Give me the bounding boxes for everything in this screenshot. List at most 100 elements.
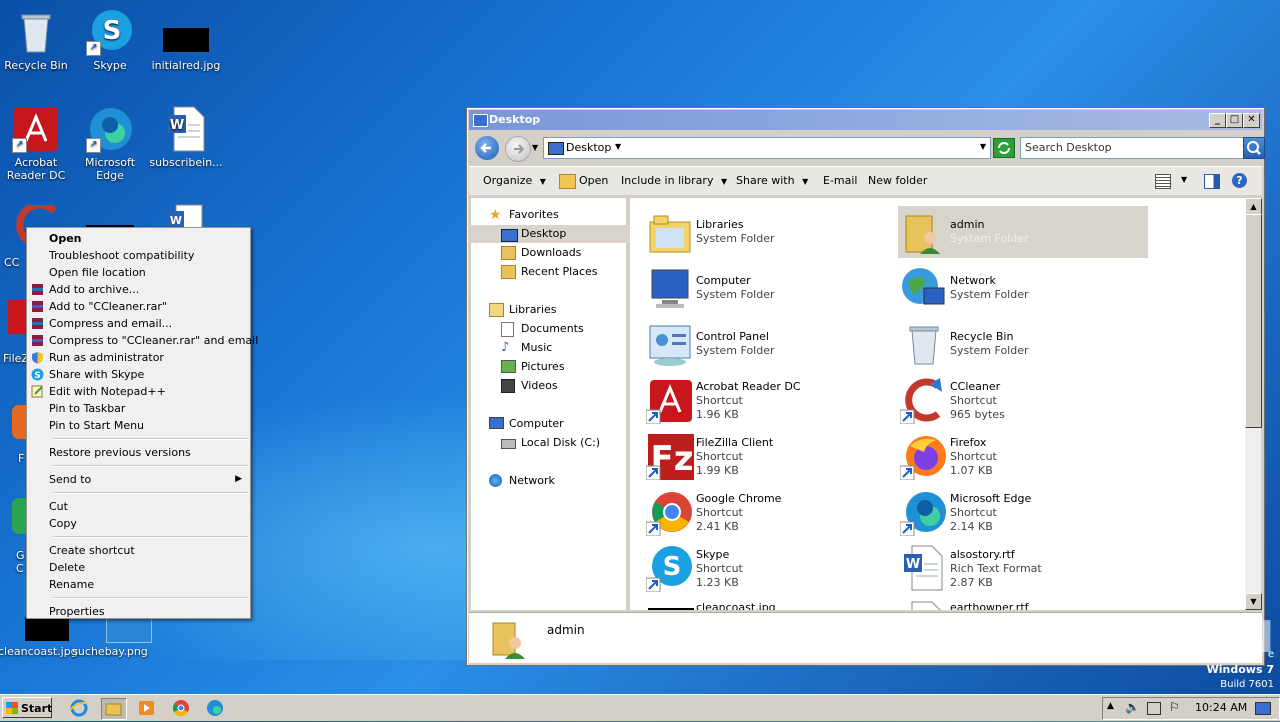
nav-music[interactable]: ♪ Music: [501, 339, 552, 357]
nav-downloads[interactable]: Downloads: [501, 244, 581, 262]
menu-item-create-shortcut[interactable]: Create shortcut: [27, 542, 250, 559]
menu-item-send-to[interactable]: Send to ▶: [27, 471, 250, 488]
desktop-icon-edge[interactable]: ↗ Microsoft Edge: [72, 105, 148, 182]
include-in-library-button[interactable]: Include in library ▼: [621, 167, 727, 195]
help-button[interactable]: ?: [1232, 173, 1247, 188]
filezilla-desktop-icon[interactable]: [8, 300, 26, 334]
menu-item-add-to-archive[interactable]: Add to archive...: [27, 281, 250, 298]
file-item[interactable]: CCleaner Shortcut 965 bytes: [898, 374, 1148, 426]
chrome-taskbar-icon[interactable]: [170, 698, 192, 718]
file-item[interactable]: Google Chrome Shortcut 2.41 KB: [644, 486, 894, 538]
menu-item-restore-versions[interactable]: Restore previous versions: [27, 444, 250, 461]
maximize-button[interactable]: □: [1226, 113, 1243, 128]
address-bar[interactable]: Desktop ▼ ▼: [543, 137, 991, 159]
nav-pictures[interactable]: Pictures: [501, 358, 565, 376]
action-center-flag-icon[interactable]: ⚐: [1169, 700, 1180, 714]
address-dropdown-icon[interactable]: ▼: [980, 142, 986, 151]
email-button[interactable]: E-mail: [823, 167, 858, 195]
open-button[interactable]: Open: [559, 167, 608, 195]
firefox-desktop-icon[interactable]: [12, 405, 26, 439]
nav-videos[interactable]: Videos: [501, 377, 558, 395]
menu-item-rename[interactable]: Rename: [27, 576, 250, 593]
scrollbar-thumb[interactable]: [1245, 214, 1262, 428]
word-document-icon[interactable]: W: [164, 203, 212, 230]
clock[interactable]: 10:24 AM: [1195, 701, 1247, 714]
file-item[interactable]: Network System Folder: [898, 262, 1148, 314]
search-input[interactable]: Search Desktop: [1020, 137, 1244, 159]
show-hidden-icons-chevron-icon[interactable]: ▲: [1107, 701, 1114, 711]
show-desktop-button[interactable]: [1255, 702, 1271, 715]
desktop-icon-acrobat[interactable]: ↗ Acrobat Reader DC: [0, 105, 74, 182]
menu-item-copy[interactable]: Copy: [27, 515, 250, 532]
breadcrumb-desktop[interactable]: Desktop: [566, 141, 611, 154]
vertical-scrollbar[interactable]: ▲ ▼: [1245, 198, 1262, 610]
explorer-taskbar-icon[interactable]: [101, 698, 127, 720]
edge-taskbar-icon[interactable]: [204, 698, 226, 718]
file-item-selected[interactable]: admin System Folder: [898, 206, 1148, 258]
file-item[interactable]: cleancoast.jpg: [644, 598, 894, 610]
file-item[interactable]: S Skype Shortcut 1.23 KB: [644, 542, 894, 594]
nav-favorites[interactable]: ★ Favorites: [489, 206, 559, 224]
menu-item-open[interactable]: Open: [27, 230, 250, 247]
organize-button[interactable]: Organize ▼: [483, 167, 546, 195]
desktop-icon-label-partial-cc: CC: [4, 256, 20, 269]
menu-item-compress-email[interactable]: Compress and email...: [27, 315, 250, 332]
internet-explorer-taskbar-icon[interactable]: [68, 698, 90, 718]
menu-item-delete[interactable]: Delete: [27, 559, 250, 576]
file-item[interactable]: Fz FileZilla Client Shortcut 1.99 KB: [644, 430, 894, 482]
media-player-taskbar-icon[interactable]: [136, 698, 158, 718]
nav-desktop[interactable]: Desktop: [471, 225, 656, 243]
forward-button[interactable]: [505, 136, 531, 162]
nav-local-disk[interactable]: Local Disk (C:): [501, 434, 600, 452]
file-item[interactable]: Firefox Shortcut 1.07 KB: [898, 430, 1148, 482]
nav-computer[interactable]: Computer: [489, 415, 564, 433]
menu-item-pin-taskbar[interactable]: Pin to Taskbar: [27, 400, 250, 417]
file-item[interactable]: earthowner.rtf: [898, 598, 1148, 610]
change-view-button[interactable]: [1155, 174, 1171, 189]
nav-libraries[interactable]: Libraries: [489, 301, 557, 319]
menu-item-properties[interactable]: Properties: [27, 603, 250, 620]
preview-pane-button[interactable]: [1204, 174, 1220, 189]
nav-documents[interactable]: Documents: [501, 320, 584, 338]
search-button[interactable]: [1243, 137, 1265, 159]
menu-item-compress-rar-email[interactable]: Compress to "CCleaner.rar" and email: [27, 332, 258, 349]
start-button[interactable]: Start: [2, 697, 52, 718]
refresh-button[interactable]: [993, 138, 1015, 158]
menu-item-open-file-location[interactable]: Open file location: [27, 264, 250, 281]
file-item[interactable]: Acrobat Reader DC Shortcut 1.96 KB: [644, 374, 894, 426]
breadcrumb-chevron-icon[interactable]: ▼: [615, 142, 621, 151]
nav-recent-places[interactable]: Recent Places: [501, 263, 598, 281]
recent-pages-chevron-icon[interactable]: ▼: [532, 143, 538, 152]
share-with-button[interactable]: Share with ▼: [736, 167, 808, 195]
file-item[interactable]: W alsostory.rtf Rich Text Format 2.87 KB: [898, 542, 1148, 594]
menu-item-run-as-admin[interactable]: Run as administrator: [27, 349, 250, 366]
volume-icon[interactable]: 🔈: [1125, 700, 1140, 714]
menu-item-edit-notepad[interactable]: Edit with Notepad++: [27, 383, 250, 400]
menu-item-share-skype[interactable]: S Share with Skype: [27, 366, 250, 383]
new-folder-button[interactable]: New folder: [868, 167, 927, 195]
scroll-up-arrow-icon[interactable]: ▲: [1245, 198, 1262, 215]
menu-item-pin-start[interactable]: Pin to Start Menu: [27, 417, 250, 434]
file-item[interactable]: Computer System Folder: [644, 262, 894, 314]
menu-item-cut[interactable]: Cut: [27, 498, 250, 515]
file-item[interactable]: Recycle Bin System Folder: [898, 318, 1148, 370]
close-button[interactable]: ✕: [1243, 113, 1260, 128]
desktop-icon-initialred[interactable]: initialred.jpg: [148, 8, 224, 72]
desktop-icon-recycle-bin[interactable]: Recycle Bin: [0, 8, 74, 72]
desktop-icon-skype[interactable]: S ↗ Skype: [72, 8, 148, 72]
scroll-down-arrow-icon[interactable]: ▼: [1245, 593, 1262, 610]
file-item[interactable]: Microsoft Edge Shortcut 2.14 KB: [898, 486, 1148, 538]
file-item[interactable]: Libraries System Folder: [644, 206, 894, 258]
file-item[interactable]: Control Panel System Folder: [644, 318, 894, 370]
minimize-button[interactable]: _: [1209, 113, 1226, 128]
view-options-chevron-icon[interactable]: ▼: [1181, 175, 1187, 184]
network-status-icon[interactable]: [1147, 702, 1161, 715]
desktop-icon-subscribein[interactable]: W subscribein...: [148, 105, 224, 169]
window-titlebar[interactable]: Desktop _ □ ✕: [469, 110, 1262, 130]
menu-item-add-to-rar[interactable]: Add to "CCleaner.rar": [27, 298, 250, 315]
menu-item-troubleshoot[interactable]: Troubleshoot compatibility: [27, 247, 250, 264]
back-button[interactable]: [475, 136, 499, 160]
chrome-desktop-icon[interactable]: [12, 498, 26, 534]
dropdown-chevron-icon: ▼: [539, 177, 546, 186]
nav-network[interactable]: Network: [489, 472, 555, 490]
